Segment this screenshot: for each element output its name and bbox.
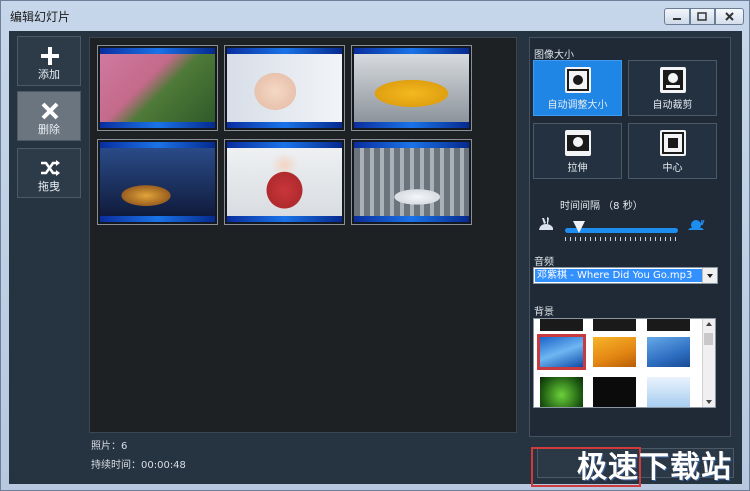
delete-button[interactable]: 删除 bbox=[17, 91, 81, 141]
close-icon bbox=[725, 12, 734, 21]
stretch-icon bbox=[565, 130, 591, 156]
slide-thumbnail-4[interactable] bbox=[97, 139, 218, 225]
center-label: 中心 bbox=[662, 163, 683, 174]
stretch-button[interactable]: 拉伸 bbox=[533, 123, 622, 179]
delete-label: 删除 bbox=[38, 123, 60, 136]
audio-label: 音频 bbox=[534, 257, 554, 268]
background-swatch[interactable] bbox=[647, 337, 690, 367]
scroll-thumb[interactable] bbox=[704, 333, 713, 345]
scroll-down-icon[interactable] bbox=[706, 400, 712, 404]
slide-thumbnail-6[interactable] bbox=[351, 139, 472, 225]
slide-thumbnail-1[interactable] bbox=[97, 45, 218, 131]
drag-label: 拖曳 bbox=[38, 180, 60, 193]
drag-button[interactable]: 拖曳 bbox=[17, 148, 81, 198]
plus-icon bbox=[41, 47, 59, 65]
slide-image bbox=[227, 54, 342, 122]
center-icon bbox=[660, 130, 686, 156]
slide-gallery bbox=[89, 37, 517, 433]
stretch-label: 拉伸 bbox=[567, 163, 588, 174]
background-scrollbar[interactable] bbox=[702, 319, 715, 407]
title-bar: 编辑幻灯片 bbox=[1, 1, 749, 30]
background-swatch[interactable] bbox=[593, 377, 636, 407]
slide-thumbnail-2[interactable] bbox=[224, 45, 345, 131]
auto-crop-button[interactable]: 自动裁剪 bbox=[628, 60, 717, 116]
photo-count: 照片：6 bbox=[91, 441, 128, 452]
auto-resize-icon bbox=[565, 67, 591, 93]
slide-image bbox=[227, 148, 342, 216]
watermark-text: 极速下载站 bbox=[577, 450, 732, 485]
window: 编辑幻灯片 添加 删除 拖曳 照片：6 持续时间：00:00:48 图像大小 自… bbox=[0, 0, 750, 491]
auto-resize-button[interactable]: 自动调整大小 bbox=[533, 60, 622, 116]
audio-selected-value: 邓紫棋 - Where Did You Go.mp3 bbox=[535, 269, 704, 282]
minimize-icon bbox=[673, 18, 681, 20]
maximize-icon bbox=[697, 12, 707, 21]
slide-thumbnail-3[interactable] bbox=[351, 45, 472, 131]
add-button[interactable]: 添加 bbox=[17, 36, 81, 86]
auto-crop-icon bbox=[660, 67, 686, 93]
close-button[interactable] bbox=[715, 8, 744, 25]
slide-thumbnail-5[interactable] bbox=[224, 139, 345, 225]
add-label: 添加 bbox=[38, 68, 60, 81]
client-area: 添加 删除 拖曳 照片：6 持续时间：00:00:48 图像大小 自动调整大小 … bbox=[9, 31, 742, 484]
background-swatch[interactable] bbox=[540, 377, 583, 407]
interval-slider-thumb[interactable] bbox=[573, 221, 585, 233]
slide-image bbox=[100, 148, 215, 216]
settings-panel: 图像大小 自动调整大小 自动裁剪 拉伸 中心 时间间隔 （8 秒） 音频 邓紫棋… bbox=[529, 37, 731, 437]
minimize-button[interactable] bbox=[664, 8, 690, 25]
background-swatch[interactable] bbox=[593, 319, 636, 331]
slide-image bbox=[354, 54, 469, 122]
slide-image bbox=[100, 54, 215, 122]
audio-select[interactable]: 邓紫棋 - Where Did You Go.mp3 bbox=[533, 267, 718, 284]
background-list[interactable] bbox=[533, 318, 716, 408]
background-swatch[interactable] bbox=[647, 377, 690, 407]
close-x-icon bbox=[41, 102, 59, 120]
snail-icon bbox=[688, 219, 705, 230]
background-swatch-selected[interactable] bbox=[537, 334, 586, 370]
slider-ticks bbox=[565, 237, 678, 241]
shuffle-icon bbox=[41, 160, 60, 176]
window-title: 编辑幻灯片 bbox=[10, 10, 71, 24]
maximize-button[interactable] bbox=[690, 8, 715, 25]
interval-label: 时间间隔 （8 秒） bbox=[560, 201, 643, 212]
background-swatch[interactable] bbox=[593, 337, 636, 367]
chevron-down-icon[interactable] bbox=[702, 268, 717, 283]
background-swatch[interactable] bbox=[540, 319, 583, 331]
rabbit-icon bbox=[539, 217, 553, 230]
background-swatch[interactable] bbox=[647, 319, 690, 331]
scroll-up-icon[interactable] bbox=[706, 322, 712, 326]
background-label: 背景 bbox=[534, 307, 554, 318]
center-button[interactable]: 中心 bbox=[628, 123, 717, 179]
slide-image bbox=[354, 148, 469, 216]
auto-crop-label: 自动裁剪 bbox=[652, 100, 693, 111]
duration-text: 持续时间：00:00:48 bbox=[91, 460, 186, 471]
image-size-label: 图像大小 bbox=[534, 50, 574, 61]
auto-resize-label: 自动调整大小 bbox=[547, 100, 608, 111]
